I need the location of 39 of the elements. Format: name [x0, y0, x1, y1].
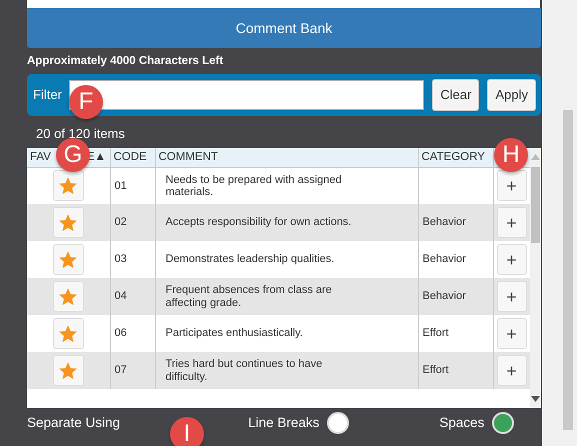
add-button[interactable]: +: [496, 244, 526, 275]
table-scrollbar[interactable]: [530, 148, 541, 408]
table-cell: Accepts responsibility for own actions.: [155, 204, 418, 241]
column-header[interactable]: COMMENT: [155, 148, 418, 167]
page-scrollbar[interactable]: [542, 0, 577, 446]
table-cell: 04: [110, 278, 155, 315]
scrollbar-thumb[interactable]: [563, 110, 573, 430]
callout-marker: H: [494, 138, 528, 172]
table-cell: Behavior: [418, 204, 493, 241]
table-cell: Frequent absences from class are affecting grade.: [155, 278, 418, 315]
table-cell: 02: [110, 204, 155, 241]
filter-field[interactable]: [68, 80, 424, 110]
table-cell: 07: [110, 352, 155, 389]
filter-label: Filter: [33, 86, 62, 104]
radio-button[interactable]: [327, 412, 350, 434]
add-button[interactable]: +: [496, 170, 526, 202]
clear-button[interactable]: Clear: [432, 79, 480, 111]
scroll-down-icon[interactable]: [531, 396, 540, 402]
table-cell: Tries hard but continues to have difficulty.: [155, 352, 418, 389]
separate-using-label: Separate Using: [27, 414, 120, 432]
comment-bank-button[interactable]: Comment Bank: [27, 8, 541, 48]
table-cell: Behavior: [418, 278, 493, 315]
column-header[interactable]: FAV: [30, 150, 51, 163]
column-header[interactable]: CATEGORY: [418, 148, 493, 167]
characters-left-text: Approximately 4000 Characters Left: [27, 54, 224, 69]
table-cell: Effort: [418, 352, 493, 389]
column-header[interactable]: CODE: [110, 148, 155, 167]
radio-button[interactable]: [492, 412, 514, 434]
callout-marker: G: [56, 138, 90, 172]
option-label: Line Breaks: [248, 414, 320, 432]
add-button[interactable]: +: [496, 281, 526, 312]
callout-marker: I: [170, 417, 204, 446]
scroll-up-icon[interactable]: [531, 154, 540, 160]
apply-button[interactable]: Apply: [487, 79, 536, 111]
option-label: Spaces: [439, 414, 484, 432]
scrollbar-thumb[interactable]: [531, 167, 540, 243]
add-button[interactable]: +: [496, 355, 526, 386]
add-button[interactable]: +: [496, 318, 526, 349]
add-button[interactable]: +: [496, 207, 526, 238]
